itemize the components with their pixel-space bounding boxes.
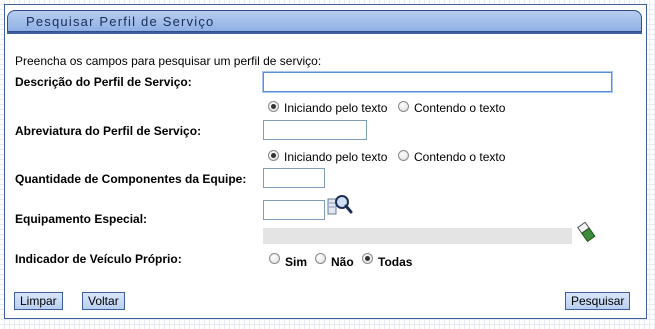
eraser-icon[interactable] [577, 221, 597, 243]
descricao-iniciando-label: Iniciando pelo texto [284, 101, 388, 115]
abreviatura-label: Abreviatura do Perfil de Serviço: [15, 124, 202, 138]
search-icon[interactable] [327, 193, 353, 217]
descricao-contendo-label: Contendo o texto [414, 101, 506, 115]
abreviatura-iniciando-label: Iniciando pelo texto [284, 150, 388, 164]
equipamento-input[interactable] [263, 200, 325, 220]
veiculo-sim-radio[interactable] [269, 253, 280, 264]
pesquisar-button[interactable]: Pesquisar [565, 292, 631, 310]
descricao-contendo-radio[interactable] [398, 101, 409, 112]
quantidade-label: Quantidade de Componentes da Equipe: [15, 172, 247, 186]
search-panel: Pesquisar Perfil de Serviço Preencha os … [4, 4, 647, 319]
veiculo-todas-radio[interactable] [362, 253, 373, 264]
veiculo-nao-radio[interactable] [315, 253, 326, 264]
voltar-button[interactable]: Voltar [82, 292, 125, 310]
descricao-iniciando-radio[interactable] [268, 101, 279, 112]
veiculo-label: Indicador de Veículo Próprio: [15, 252, 182, 266]
veiculo-nao-label: Não [331, 255, 354, 269]
panel-titlebar: Pesquisar Perfil de Serviço [7, 10, 642, 32]
veiculo-todas-label: Todas [378, 255, 413, 269]
abreviatura-contendo-label: Contendo o texto [414, 150, 506, 164]
panel-title: Pesquisar Perfil de Serviço [26, 14, 215, 29]
limpar-button[interactable]: Limpar [14, 292, 63, 310]
descricao-label: Descrição do Perfil de Serviço: [15, 75, 192, 89]
abreviatura-input[interactable] [263, 120, 367, 140]
title-divider [7, 32, 642, 34]
veiculo-sim-label: Sim [285, 255, 308, 269]
descricao-input[interactable] [263, 72, 612, 92]
intro-text: Preencha os campos para pesquisar um per… [15, 54, 322, 68]
equipamento-label: Equipamento Especial: [15, 212, 148, 226]
quantidade-input[interactable] [263, 168, 325, 188]
abreviatura-iniciando-radio[interactable] [268, 150, 279, 161]
equipamento-description [263, 228, 572, 244]
abreviatura-contendo-radio[interactable] [398, 150, 409, 161]
